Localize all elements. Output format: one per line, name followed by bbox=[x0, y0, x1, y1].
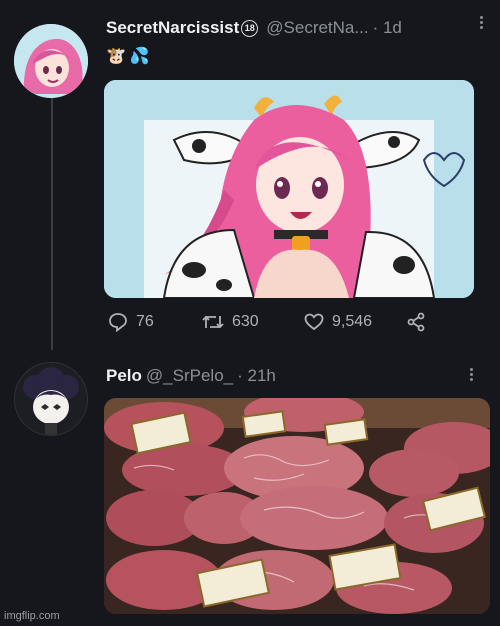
retweet-icon bbox=[202, 315, 224, 329]
retweet-count: 630 bbox=[232, 313, 259, 330]
tweet1-text: 🐮 💦 bbox=[106, 46, 150, 66]
imgflip-watermark: imgflip.com bbox=[4, 610, 60, 622]
reply-icon bbox=[109, 313, 127, 332]
tweet1-timestamp[interactable]: · 1d bbox=[373, 18, 402, 38]
like-button[interactable]: 9,546 bbox=[304, 312, 372, 332]
tweet1-actions: 76 630 9,546 bbox=[104, 312, 474, 338]
heart-icon bbox=[304, 313, 324, 331]
cow-girl-illustration bbox=[104, 80, 474, 298]
tweet2-display-name[interactable]: Pelo bbox=[106, 366, 142, 386]
tweet2-handle[interactable]: @_SrPelo_ bbox=[146, 366, 233, 386]
retweet-button[interactable]: 630 bbox=[202, 312, 259, 332]
avatar-pelo[interactable] bbox=[14, 362, 88, 436]
dark-haired-character-avatar bbox=[15, 363, 87, 435]
sweat-droplets-emoji: 💦 bbox=[129, 48, 150, 65]
reply-button[interactable]: 76 bbox=[108, 312, 154, 332]
tweet2-media-image[interactable] bbox=[104, 398, 490, 614]
age-badge-icon: 18 bbox=[241, 19, 259, 37]
share-button[interactable] bbox=[406, 312, 426, 332]
tweet1-display-name[interactable]: SecretNarcissist bbox=[106, 18, 239, 38]
thread-line bbox=[51, 96, 53, 350]
tweet1-handle[interactable]: @SecretNa... bbox=[266, 18, 368, 38]
tweet1-header: SecretNarcissist 18 @SecretNa... · 1d bbox=[106, 18, 402, 38]
like-count: 9,546 bbox=[332, 313, 373, 330]
more-options-icon[interactable] bbox=[480, 14, 486, 31]
marbled-beef-steaks-photo bbox=[104, 398, 490, 614]
tweet2-header: Pelo @_SrPelo_ · 21h bbox=[106, 366, 276, 386]
reply-count: 76 bbox=[136, 313, 154, 330]
tweet1-media-image[interactable] bbox=[104, 80, 474, 298]
more-options-icon[interactable] bbox=[470, 366, 476, 383]
anime-avatar-image bbox=[14, 24, 88, 98]
share-icon bbox=[407, 312, 425, 332]
tweet2-timestamp[interactable]: · 21h bbox=[237, 366, 276, 386]
avatar-secretnarcissist[interactable] bbox=[14, 24, 88, 98]
cow-emoji: 🐮 bbox=[106, 48, 126, 65]
